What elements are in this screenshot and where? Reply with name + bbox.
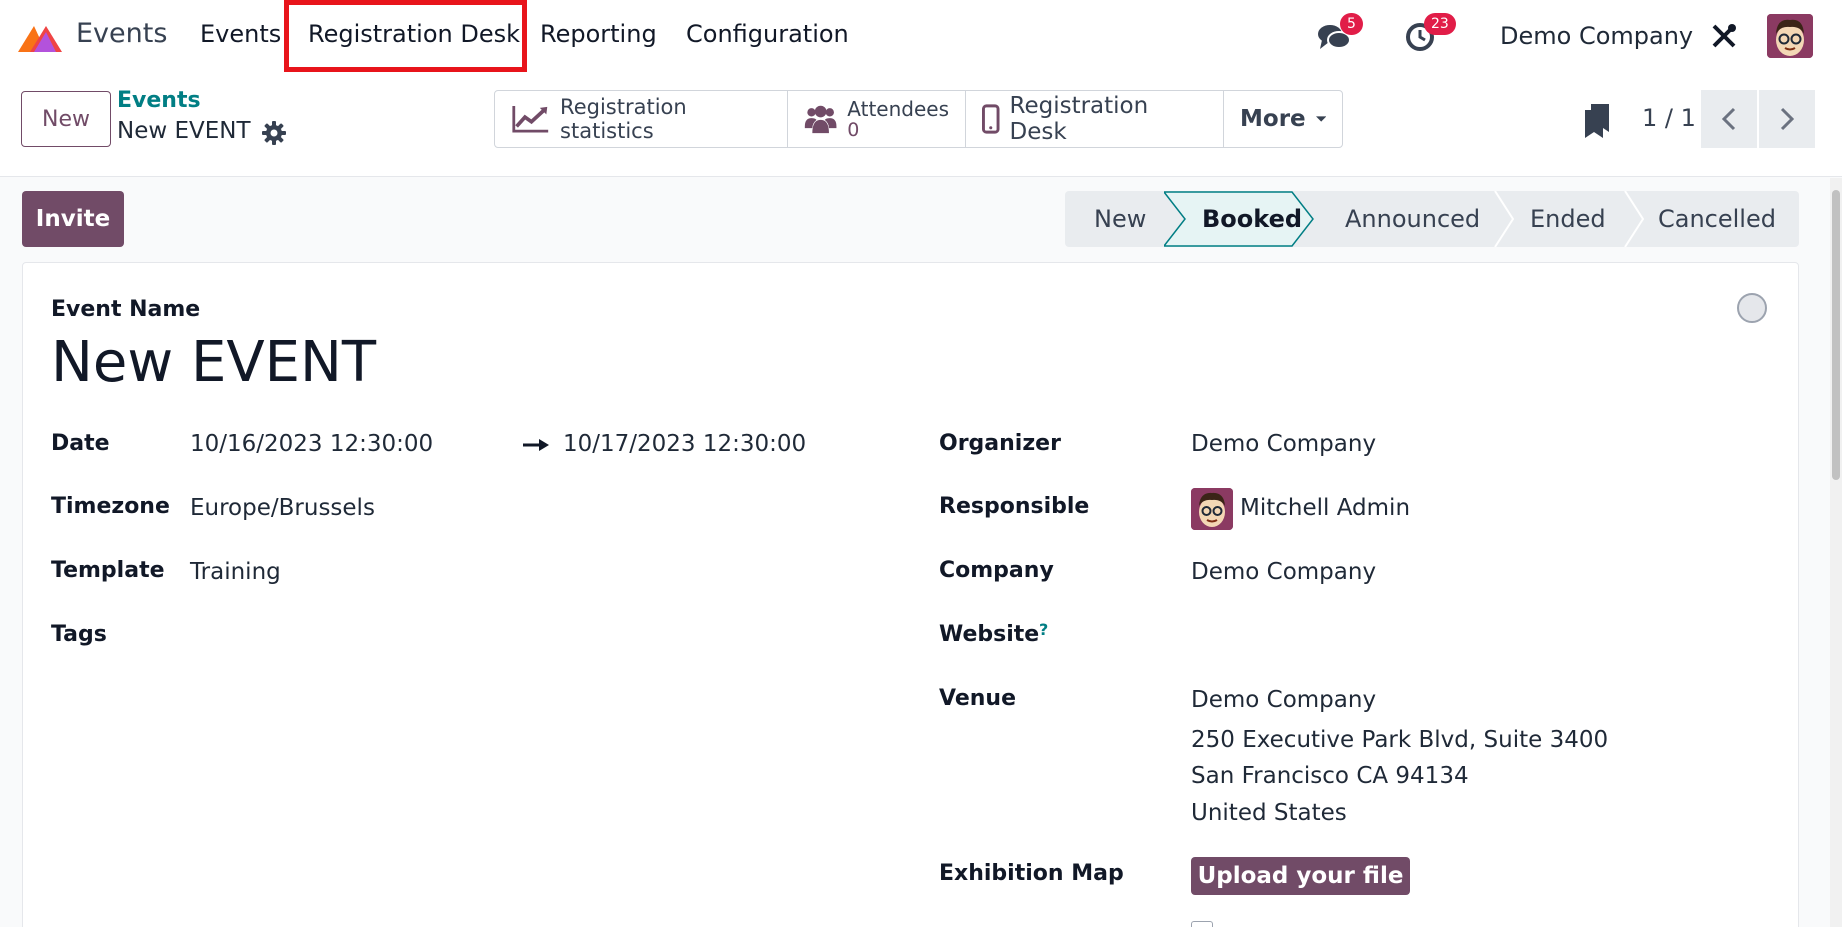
company-label: Company xyxy=(939,558,1054,583)
top-navbar: Events Events Registration Desk Reportin… xyxy=(0,0,1842,74)
bookmark-icon[interactable] xyxy=(1585,104,1609,138)
kanban-state-icon[interactable] xyxy=(1737,293,1767,323)
vertical-scrollbar[interactable] xyxy=(1830,178,1842,927)
events-app-logo[interactable] xyxy=(16,20,64,54)
messages-badge: 5 xyxy=(1340,13,1363,35)
registration-desk-label: Registration Desk xyxy=(1009,93,1149,145)
event-name-label: Event Name xyxy=(51,297,201,322)
date-end-field[interactable]: 10/17/2023 12:30:00 xyxy=(563,431,806,457)
registration-desk-button[interactable]: Registration Desk xyxy=(966,91,1224,147)
timezone-label: Timezone xyxy=(51,494,170,519)
template-label: Template xyxy=(51,558,165,583)
scrollbar-thumb[interactable] xyxy=(1832,190,1840,480)
checkbox-field[interactable] xyxy=(1191,921,1213,927)
event-name-field[interactable]: New EVENT xyxy=(51,330,376,395)
stage-announced[interactable]: Announced xyxy=(1345,191,1480,247)
activities-badge: 23 xyxy=(1424,13,1456,35)
upload-file-button[interactable]: Upload your file xyxy=(1191,857,1410,895)
cut-off-field-label xyxy=(939,917,1074,927)
responsible-field[interactable]: Mitchell Admin xyxy=(1240,495,1410,521)
more-label: More xyxy=(1240,106,1306,132)
pager-value[interactable]: 1 / 1 xyxy=(1642,104,1696,132)
area-chart-icon xyxy=(512,105,549,133)
venue-label: Venue xyxy=(939,686,1016,711)
venue-country: United States xyxy=(1191,800,1347,826)
date-start-field[interactable]: 10/16/2023 12:30:00 xyxy=(190,431,433,457)
registration-statistics-button[interactable]: Registration statistics xyxy=(495,91,788,147)
arrow-right-icon xyxy=(523,439,549,451)
stage-statusbar: New Booked Announced Ended Cancelled xyxy=(1065,191,1799,247)
users-icon xyxy=(804,105,837,134)
venue-name[interactable]: Demo Company xyxy=(1191,687,1376,713)
mobile-phone-icon xyxy=(982,104,1000,134)
stage-separator xyxy=(1624,191,1644,247)
template-field[interactable]: Training xyxy=(190,559,281,585)
company-field[interactable]: Demo Company xyxy=(1191,559,1376,585)
timezone-field[interactable]: Europe/Brussels xyxy=(190,495,375,521)
highlight-annotation xyxy=(284,0,527,72)
attendees-label: Attendees xyxy=(847,97,949,121)
chevron-right-icon xyxy=(1780,107,1794,131)
app-name[interactable]: Events xyxy=(76,18,167,49)
new-record-button[interactable]: New xyxy=(21,91,111,147)
caret-down-icon xyxy=(1315,116,1326,122)
stage-ended[interactable]: Ended xyxy=(1530,191,1606,247)
record-title: New EVENT xyxy=(117,118,251,144)
stage-separator xyxy=(1494,191,1514,247)
responsible-avatar xyxy=(1191,488,1233,530)
stage-new[interactable]: New xyxy=(1094,191,1146,247)
smart-buttons: Registration statistics Attendees 0 Regi… xyxy=(494,90,1343,148)
date-label: Date xyxy=(51,431,110,456)
chevron-left-icon xyxy=(1722,107,1736,131)
menu-reporting[interactable]: Reporting xyxy=(540,20,657,48)
debug-tools-icon[interactable] xyxy=(1710,22,1738,50)
venue-city: San Francisco CA 94134 xyxy=(1191,763,1469,789)
company-switcher[interactable]: Demo Company xyxy=(1500,22,1693,50)
tags-label: Tags xyxy=(51,622,107,647)
registration-statistics-label: Registration statistics xyxy=(560,95,687,143)
menu-events[interactable]: Events xyxy=(200,20,281,48)
menu-configuration[interactable]: Configuration xyxy=(686,20,849,48)
stage-cancelled[interactable]: Cancelled xyxy=(1658,191,1776,247)
breadcrumb-events[interactable]: Events xyxy=(117,88,201,113)
website-label: Website xyxy=(939,622,1040,647)
help-tooltip-icon[interactable]: ? xyxy=(1039,620,1048,639)
stage-booked[interactable]: Booked xyxy=(1202,191,1302,247)
organizer-label: Organizer xyxy=(939,431,1061,456)
user-avatar[interactable] xyxy=(1767,14,1813,58)
venue-street: 250 Executive Park Blvd, Suite 3400 xyxy=(1191,727,1609,753)
organizer-field[interactable]: Demo Company xyxy=(1191,431,1376,457)
invite-button[interactable]: Invite xyxy=(22,191,124,247)
gear-icon[interactable] xyxy=(261,120,287,146)
attendees-button[interactable]: Attendees 0 xyxy=(788,91,966,147)
responsible-label: Responsible xyxy=(939,494,1090,519)
pager-next-button[interactable] xyxy=(1759,90,1815,148)
attendees-count: 0 xyxy=(847,119,860,141)
exhibition-map-label: Exhibition Map xyxy=(939,861,1124,886)
more-dropdown[interactable]: More xyxy=(1224,91,1342,147)
pager-previous-button[interactable] xyxy=(1701,90,1757,148)
